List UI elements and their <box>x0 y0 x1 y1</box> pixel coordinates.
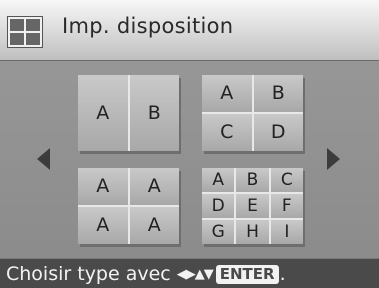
layout-cell: I <box>270 220 303 244</box>
layout-cell: A <box>129 207 179 244</box>
layout-cell: A <box>129 168 179 205</box>
layout-print-screen: Imp. disposition A B A B C D A A A A A B… <box>0 0 379 288</box>
footer-hint: Choisir type avec ◀▶▲▼ ENTER . <box>6 263 286 285</box>
hint-end: . <box>279 263 286 285</box>
layout-cell: D <box>202 194 235 218</box>
enter-key-icon: ENTER <box>215 264 279 284</box>
footer-hint-bar: Choisir type avec ◀▶▲▼ ENTER . <box>0 258 379 288</box>
layout-cell: G <box>202 220 235 244</box>
layout-option-four-up[interactable]: A B C D <box>202 75 303 151</box>
layout-cell: C <box>202 114 252 151</box>
layout-grid-icon <box>8 17 42 47</box>
arrow-left-icon[interactable] <box>37 148 50 170</box>
header-bar: Imp. disposition <box>0 0 379 61</box>
layout-cell: A <box>78 75 128 151</box>
layout-cell: D <box>253 114 303 151</box>
layout-cell: B <box>236 168 269 192</box>
layout-option-nine-up[interactable]: A B C D E F G H I <box>202 168 303 244</box>
layout-cell: B <box>253 75 303 112</box>
layout-cell: A <box>202 75 252 112</box>
layout-cell: A <box>202 168 235 192</box>
layout-cell: H <box>236 220 269 244</box>
layout-cell: E <box>236 194 269 218</box>
layout-cell: A <box>78 168 128 205</box>
layout-cell: A <box>78 207 128 244</box>
layout-option-four-same[interactable]: A A A A <box>78 168 179 244</box>
page-title: Imp. disposition <box>62 14 234 38</box>
layout-option-two-up[interactable]: A B <box>78 75 179 151</box>
layout-cell: C <box>270 168 303 192</box>
layout-cell: B <box>129 75 179 151</box>
directional-arrows-icon: ◀▶▲▼ <box>176 266 214 282</box>
arrow-right-icon[interactable] <box>327 148 340 170</box>
hint-text: Choisir type avec <box>6 263 171 285</box>
layout-cell: F <box>270 194 303 218</box>
